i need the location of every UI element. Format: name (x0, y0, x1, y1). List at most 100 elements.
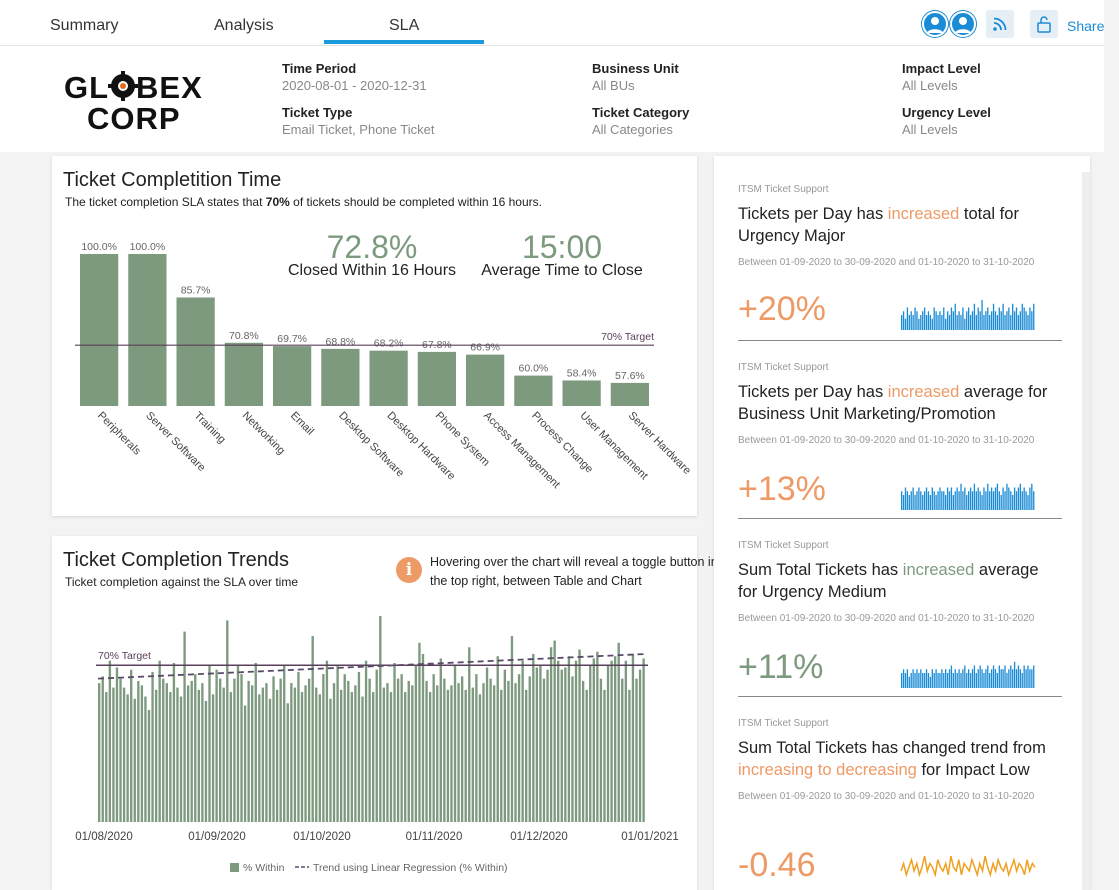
sparkline-bar (973, 483, 976, 510)
sparkline-bar (994, 311, 997, 330)
tab-summary[interactable]: Summary (50, 17, 118, 35)
sparkline-bar (908, 676, 910, 688)
bar (176, 297, 215, 406)
category-tick-label: User Management (578, 410, 650, 482)
sparkline-bar (1000, 669, 1002, 688)
bar (421, 654, 425, 822)
bar (535, 667, 539, 822)
lock-icon[interactable] (1030, 10, 1058, 38)
sparkline-bar (968, 307, 970, 330)
insight-source: ITSM Ticket Support (738, 362, 829, 373)
insights-panel: ITSM Ticket Support Tickets per Day has i… (714, 156, 1090, 890)
sparkline-bar (1029, 307, 1031, 330)
insights-scrollbar[interactable] (1082, 172, 1090, 890)
bar (218, 678, 222, 822)
svg-text:CORP: CORP (87, 101, 181, 132)
sparkline-bar (1012, 495, 1014, 510)
sparkline-bar (996, 673, 999, 688)
share-button[interactable]: Share (1067, 18, 1104, 34)
bar (179, 696, 183, 822)
insight-title: Tickets per Day has increased total for … (738, 205, 1019, 245)
insight-divider (738, 340, 1062, 341)
sparkline-bar (958, 311, 960, 330)
sparkline-bar (948, 491, 951, 510)
kpi-closed-within-value: 72.8% (326, 229, 418, 265)
sparkline-bar (923, 491, 926, 510)
sparkline-bar (902, 669, 905, 688)
completion-trend-chart[interactable]: 70% Target 01/08/2020 01/09/2020 01/10/2020… (52, 536, 697, 890)
user-avatar-icon[interactable] (950, 11, 976, 37)
sparkline-bar (933, 673, 935, 688)
bar (130, 669, 133, 822)
bar (578, 649, 581, 822)
bar (642, 658, 645, 822)
bar (321, 348, 360, 406)
sparkline-bar (925, 315, 928, 330)
bar (407, 680, 410, 822)
bar (414, 665, 418, 822)
sparkline-bar (998, 491, 1000, 510)
rss-feed-icon[interactable] (986, 10, 1014, 38)
insight-value: +20% (738, 290, 826, 328)
tab-analysis[interactable]: Analysis (214, 17, 274, 35)
sparkline-bar (1012, 303, 1014, 330)
bar (275, 689, 279, 822)
filter-business-unit[interactable]: Business Unit All BUs (592, 61, 679, 93)
bar (343, 674, 346, 822)
bar (596, 651, 599, 822)
sparkline-bar (992, 665, 995, 688)
bar (236, 665, 240, 822)
filter-urgency-level[interactable]: Urgency Level All Levels (902, 105, 991, 137)
filter-ticket-category[interactable]: Ticket Category All Categories (592, 105, 689, 137)
filter-label: Time Period (282, 61, 357, 76)
insight-card[interactable]: ITSM Ticket Support Sum Total Tickets has… (738, 540, 1062, 626)
filter-time-period[interactable]: Time Period 2020-08-01 - 2020-12-31 (282, 61, 427, 93)
filter-label: Business Unit (592, 61, 679, 76)
bar (364, 660, 368, 822)
bar (300, 692, 304, 822)
sparkline-bar (933, 307, 935, 330)
bar (603, 689, 606, 822)
bar (204, 701, 208, 822)
target-label: 70% Target (98, 650, 151, 662)
bar (621, 678, 624, 822)
sparkline-bar (966, 495, 968, 510)
sparkline-bar (1013, 311, 1016, 330)
svg-text:BEX: BEX (136, 70, 203, 105)
insight-title: Sum Total Tickets has increased average … (738, 561, 1039, 601)
sparkline-bar (946, 673, 949, 688)
filter-label: Impact Level (902, 61, 981, 76)
bar (190, 680, 193, 822)
bar (162, 678, 165, 822)
sparkline-bar (935, 311, 937, 330)
bar (201, 683, 204, 822)
bar (251, 685, 254, 822)
insight-card[interactable]: ITSM Ticket Support Tickets per Day has i… (738, 184, 1062, 270)
sparkline-bar (1010, 491, 1012, 510)
sparkline-bar (996, 483, 999, 510)
sparkline-bar (964, 665, 966, 688)
bar (571, 676, 574, 822)
sparkline-bar (904, 673, 907, 688)
insight-card[interactable]: ITSM Ticket Support Tickets per Day has i… (738, 362, 1062, 448)
user-avatar-icon[interactable] (922, 11, 948, 37)
insight-card[interactable]: ITSM Ticket Support Sum Total Tickets has… (738, 718, 1062, 804)
sparkline-bar (908, 315, 910, 330)
filter-value: All BUs (592, 78, 635, 93)
insight-source: ITSM Ticket Support (738, 184, 829, 195)
filter-ticket-type[interactable]: Ticket Type Email Ticket, Phone Ticket (282, 105, 434, 137)
bar (592, 658, 595, 822)
sparkline-bar (990, 487, 993, 510)
sparkline-bar (962, 669, 964, 688)
insight-divider (738, 518, 1062, 519)
bar-value-label: 67.8% (422, 339, 452, 351)
sparkline-bar (1023, 307, 1025, 330)
bar (521, 660, 524, 822)
sparkline-bar (985, 669, 987, 688)
sparkline-bar (964, 487, 966, 510)
filter-impact-level[interactable]: Impact Level All Levels (902, 61, 981, 93)
bar (286, 703, 289, 822)
completion-bar-chart: 100.0% Peripherals 100.0% Server Software 85… (75, 241, 693, 491)
sparkline-bar (1006, 483, 1008, 510)
tab-sla[interactable]: SLA (389, 17, 419, 35)
